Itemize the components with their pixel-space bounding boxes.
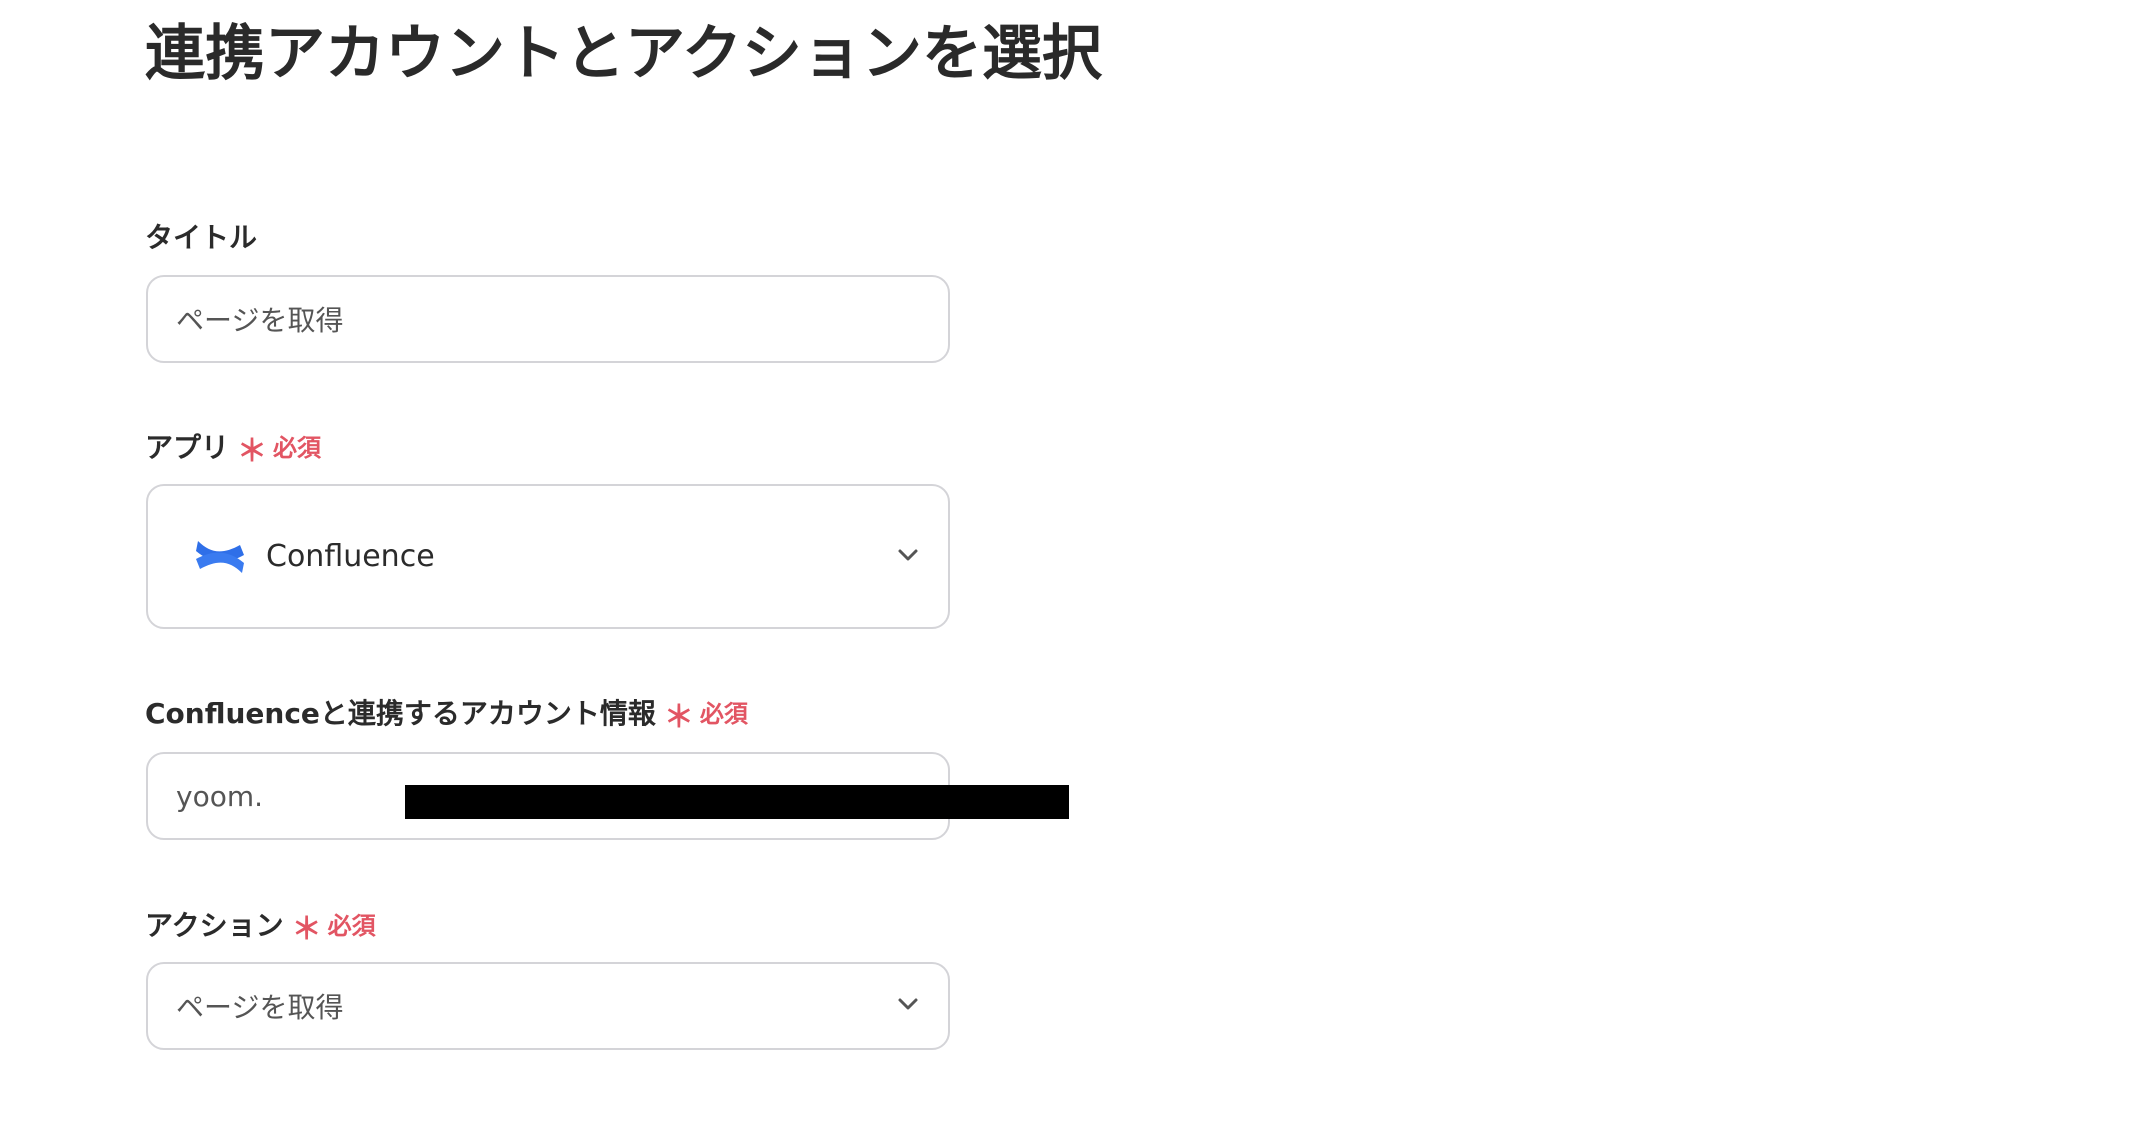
confluence-logo-icon xyxy=(196,540,244,573)
app-label-text: アプリ xyxy=(145,431,230,464)
required-badge: ＊ 必須 xyxy=(291,908,376,947)
app-select-value: Confluence xyxy=(266,539,435,574)
account-label: Confluenceと連携するアカウント情報 ＊ 必須 xyxy=(145,696,748,735)
chevron-down-icon xyxy=(898,549,918,560)
redaction-bar xyxy=(405,785,1069,819)
page: 連携アカウントとアクションを選択 タイトル ページを取得 アプリ ＊ 必須 Co… xyxy=(0,0,2140,1144)
app-label: アプリ ＊ 必須 xyxy=(145,430,322,469)
title-label: タイトル xyxy=(145,220,257,256)
required-asterisk-icon: ＊ xyxy=(663,700,694,735)
title-input[interactable]: ページを取得 xyxy=(146,275,950,363)
required-text: 必須 xyxy=(699,700,748,728)
account-label-text: Confluenceと連携するアカウント情報 xyxy=(145,697,656,730)
action-select[interactable]: ページを取得 xyxy=(146,962,950,1050)
page-title: 連携アカウントとアクションを選択 xyxy=(145,19,1102,89)
account-value: yoom. xyxy=(176,779,264,813)
account-select[interactable]: yoom. xyxy=(146,752,1069,840)
action-select-value: ページを取得 xyxy=(176,991,344,1024)
action-label-text: アクション xyxy=(145,909,284,942)
required-asterisk-icon: ＊ xyxy=(237,434,268,469)
required-asterisk-icon: ＊ xyxy=(291,912,322,947)
title-input-value: ページを取得 xyxy=(176,304,344,337)
chevron-down-icon xyxy=(898,998,918,1010)
title-label-text: タイトル xyxy=(145,221,258,254)
required-text: 必須 xyxy=(327,912,376,940)
action-label: アクション ＊ 必須 xyxy=(145,908,376,947)
required-badge: ＊ 必須 xyxy=(663,696,748,735)
required-badge: ＊ 必須 xyxy=(237,430,322,469)
app-select[interactable]: Confluence xyxy=(146,484,950,629)
required-text: 必須 xyxy=(273,434,322,462)
